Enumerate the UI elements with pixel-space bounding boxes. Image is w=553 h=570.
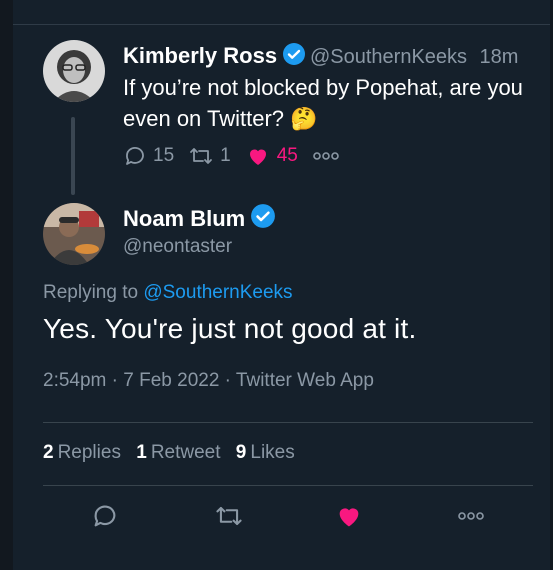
quoted-reply-count: 15 xyxy=(153,145,175,166)
replies-count: 2 xyxy=(43,442,54,463)
more-icon xyxy=(313,152,339,160)
like-button[interactable] xyxy=(333,500,365,532)
quoted-author-name[interactable]: Kimberly Ross xyxy=(123,43,277,68)
retweet-button[interactable] xyxy=(213,500,245,532)
tweet-actions-bar xyxy=(43,500,533,532)
likes-count: 9 xyxy=(235,442,247,463)
likes-stat[interactable]: 9 Likes xyxy=(236,442,295,463)
replies-label: Replies xyxy=(57,442,121,463)
reply-icon xyxy=(94,505,116,527)
replies-stat[interactable]: 2 Replies xyxy=(43,442,121,463)
heart-icon xyxy=(339,508,359,527)
top-bar xyxy=(13,0,550,25)
quoted-author-handle[interactable]: @SouthernKeeks xyxy=(310,46,467,68)
verified-badge-icon xyxy=(282,42,306,71)
quoted-like-count: 45 xyxy=(276,145,298,166)
quoted-time[interactable]: 18m xyxy=(479,46,518,68)
tweet-text: Yes. You're just not good at it. xyxy=(43,313,417,344)
avatar-noam-blum[interactable] xyxy=(43,203,105,265)
thread-line xyxy=(71,117,75,195)
quoted-retweet-button[interactable]: 1 xyxy=(188,144,231,168)
more-button[interactable] xyxy=(455,500,487,532)
tweet-timestamp[interactable]: 2:54pm · 7 Feb 2022 · Twitter Web App xyxy=(43,370,374,392)
reply-icon xyxy=(126,147,144,165)
retweets-count: 1 xyxy=(136,442,147,463)
quoted-tweet-header: Kimberly Ross @SouthernKeeks 18m xyxy=(123,42,518,71)
left-gutter xyxy=(0,0,13,570)
divider-top xyxy=(43,422,533,423)
tweet-author-handle[interactable]: @neontaster xyxy=(123,236,232,258)
thinking-face-emoji: 🤔 xyxy=(290,106,318,131)
avatar-kimberly-ross[interactable] xyxy=(43,40,105,102)
quoted-tweet-actions: 15 1 45 xyxy=(123,142,354,170)
quoted-like-button[interactable]: 45 xyxy=(245,144,298,168)
replying-to-prefix: Replying to xyxy=(43,282,139,303)
retweet-icon xyxy=(190,148,213,164)
reply-button[interactable] xyxy=(89,500,121,532)
retweet-icon xyxy=(216,506,242,526)
tweet-author-name[interactable]: Noam Blum xyxy=(123,206,245,231)
quoted-tweet-text: If you’re not blocked by Popehat, are yo… xyxy=(123,72,523,134)
retweets-stat[interactable]: 1 Retweet xyxy=(136,442,220,463)
replying-to-line: Replying to @SouthernKeeks xyxy=(43,282,293,304)
heart-icon xyxy=(249,149,266,165)
more-icon xyxy=(458,512,484,520)
divider-bottom xyxy=(43,485,533,486)
likes-label: Likes xyxy=(250,442,295,463)
verified-badge-icon xyxy=(250,203,276,234)
retweets-label: Retweet xyxy=(150,442,221,463)
quoted-more-button[interactable] xyxy=(312,151,340,161)
quoted-reply-button[interactable]: 15 xyxy=(123,144,174,168)
quoted-retweet-count: 1 xyxy=(220,145,231,166)
replying-to-link[interactable]: @SouthernKeeks xyxy=(143,282,292,303)
tweet-author-header: Noam Blum xyxy=(123,203,276,234)
tweet-stats: 2 Replies 1 Retweet 9 Likes xyxy=(43,442,305,464)
quoted-tweet-body: If you’re not blocked by Popehat, are yo… xyxy=(123,75,523,131)
